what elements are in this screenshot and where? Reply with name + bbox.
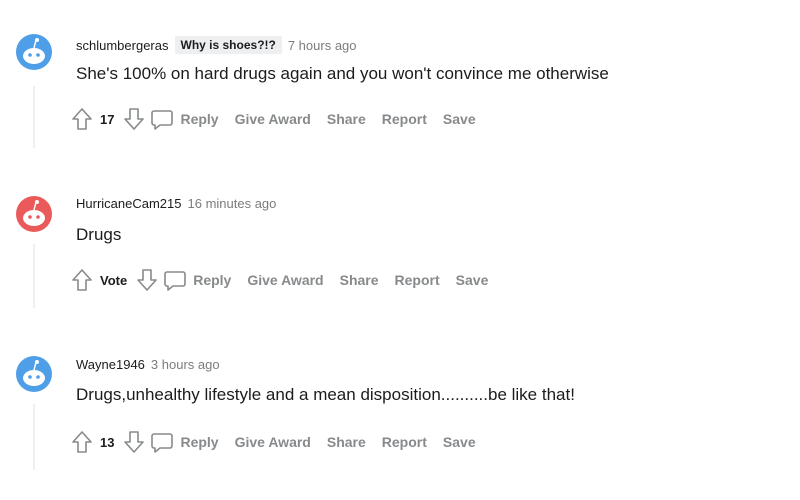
comment-text: Drugs,unhealthy lifestyle and a mean dis… [76,385,575,404]
reply-button[interactable]: Reply [150,107,219,131]
timestamp[interactable]: 16 minutes ago [188,196,277,211]
reply-button[interactable]: Reply [150,430,219,454]
comment-1: schlumbergeras Why is shoes?!? 7 hours a… [0,0,800,160]
downvote-arrow-icon[interactable] [135,268,159,292]
speech-bubble-icon [151,433,174,453]
share-button[interactable]: Share [340,272,379,288]
give-award-button[interactable]: Give Award [247,272,323,288]
comment-actions: 17 Reply Give Award Share Report Save [70,107,492,131]
upvote-arrow-icon[interactable] [70,107,94,131]
reply-label: Reply [180,111,219,127]
give-award-button[interactable]: Give Award [235,434,311,450]
reply-button[interactable]: Reply [163,268,231,292]
comment-actions: 13 Reply Give Award Share Report Save [70,430,492,454]
share-button[interactable]: Share [327,111,366,127]
upvote-arrow-icon[interactable] [70,268,94,292]
comment-actions: Vote Reply Give Award Share Report Save [70,268,504,292]
report-button[interactable]: Report [382,111,427,127]
username[interactable]: HurricaneCam215 [76,196,182,211]
timestamp[interactable]: 7 hours ago [288,38,357,53]
comment-2: HurricaneCam215 16 minutes ago Drugs Vot… [0,160,800,320]
thread-line[interactable] [33,404,35,470]
comment-3: Wayne1946 3 hours ago Drugs,unhealthy li… [0,320,800,500]
user-flair: Why is shoes?!? [174,36,282,54]
comment-text: She's 100% on hard drugs again and you w… [76,64,609,83]
snoo-avatar-icon[interactable] [16,34,52,70]
speech-bubble-icon [164,271,187,291]
upvote-arrow-icon[interactable] [70,430,94,454]
report-button[interactable]: Report [395,272,440,288]
comment-text: Drugs [76,225,122,244]
comment-meta: schlumbergeras Why is shoes?!? 7 hours a… [76,36,357,54]
save-button[interactable]: Save [443,111,476,127]
comment-meta: HurricaneCam215 16 minutes ago [76,196,276,211]
downvote-arrow-icon[interactable] [122,430,146,454]
thread-line[interactable] [33,244,35,308]
thread-line[interactable] [33,86,35,148]
save-button[interactable]: Save [443,434,476,450]
username[interactable]: Wayne1946 [76,357,145,372]
speech-bubble-icon [151,110,174,130]
report-button[interactable]: Report [382,434,427,450]
reply-label: Reply [180,434,219,450]
comment-meta: Wayne1946 3 hours ago [76,357,220,372]
username[interactable]: schlumbergeras [76,38,169,53]
snoo-avatar-icon[interactable] [16,356,52,392]
save-button[interactable]: Save [456,272,489,288]
downvote-arrow-icon[interactable] [122,107,146,131]
snoo-avatar-icon[interactable] [16,196,52,232]
reply-label: Reply [193,272,232,288]
share-button[interactable]: Share [327,434,366,450]
timestamp[interactable]: 3 hours ago [151,357,220,372]
vote-score: 13 [100,434,115,450]
vote-score: 17 [100,111,115,127]
give-award-button[interactable]: Give Award [235,111,311,127]
vote-score: Vote [100,272,128,288]
